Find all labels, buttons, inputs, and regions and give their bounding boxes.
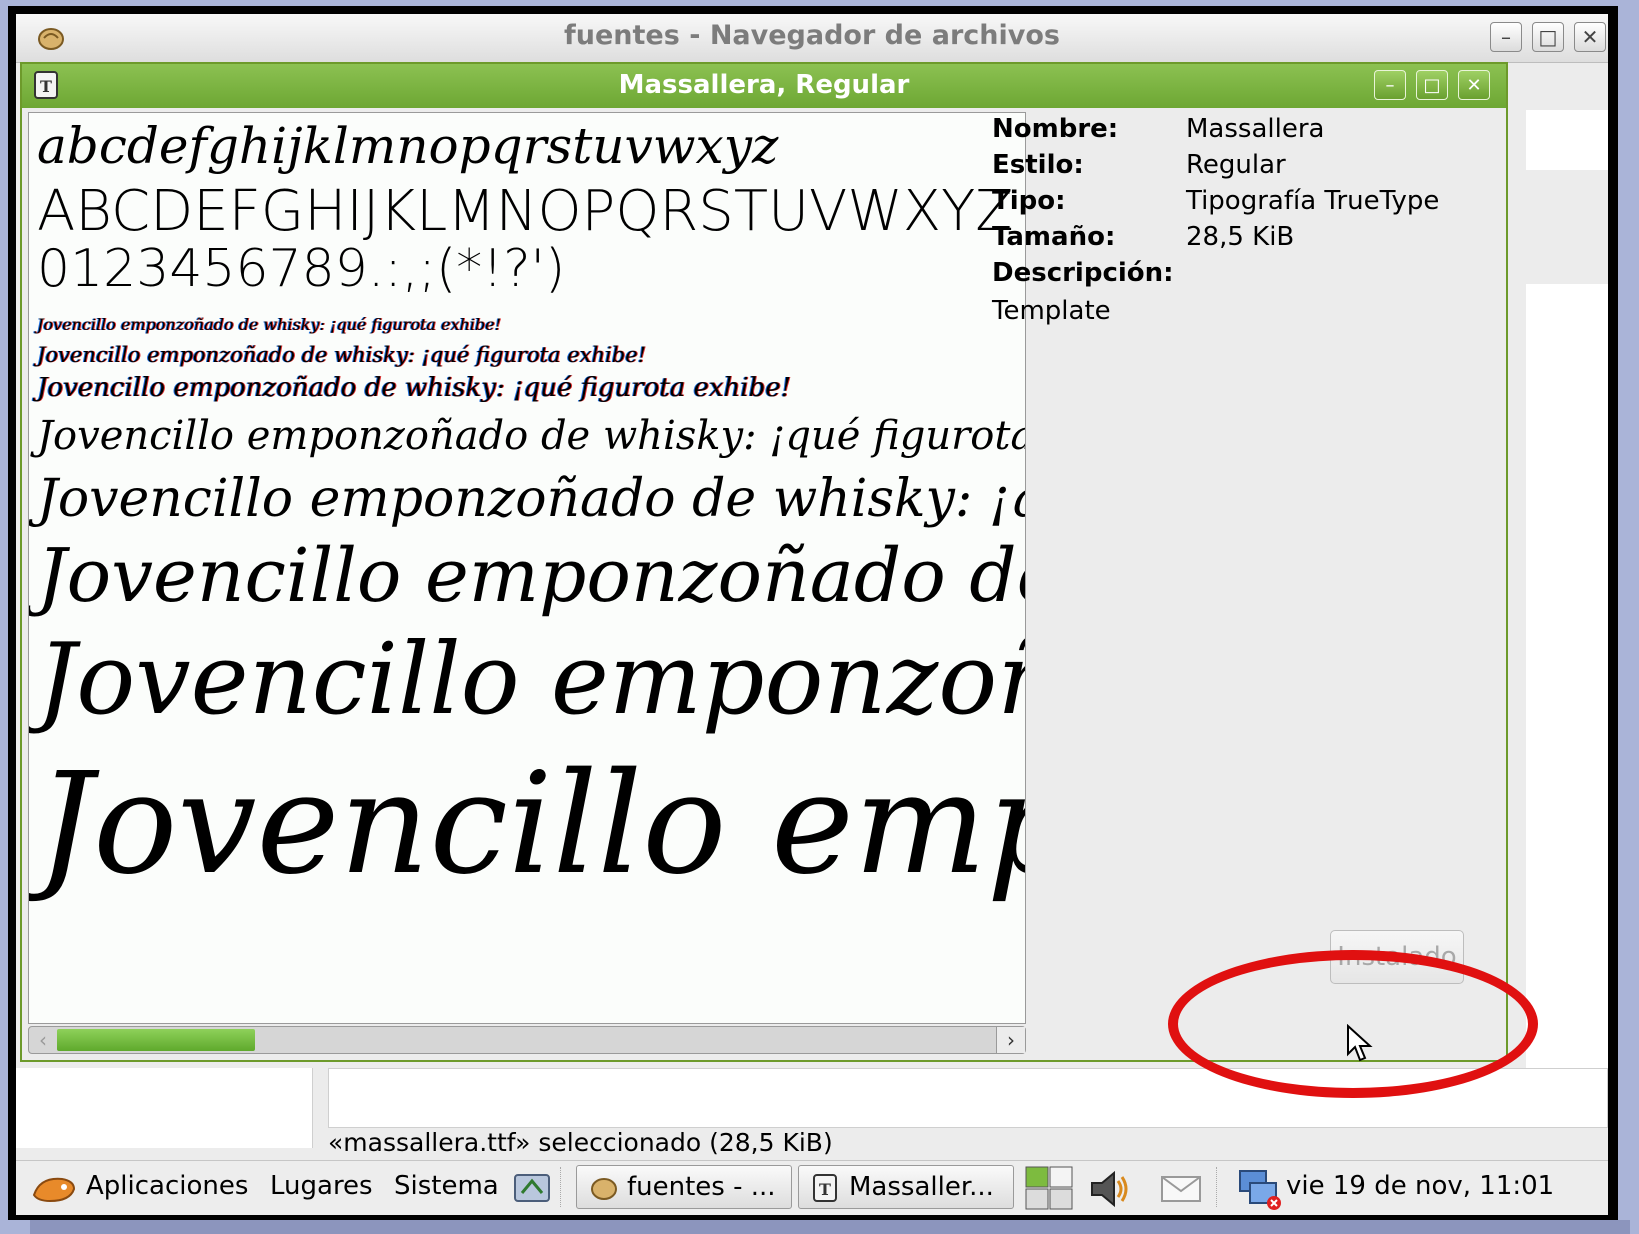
- scrollbar-thumb[interactable]: [57, 1029, 255, 1051]
- network-disconnected-icon[interactable]: [1236, 1167, 1284, 1211]
- minimize-icon: –: [1501, 25, 1511, 49]
- task-font-viewer[interactable]: T Massaller...: [798, 1165, 1014, 1209]
- applications-menu[interactable]: Aplicaciones: [86, 1171, 248, 1201]
- minimize-icon: –: [1385, 74, 1395, 96]
- font-type-label: Tipo:: [992, 186, 1066, 216]
- mail-icon[interactable]: [1160, 1173, 1202, 1205]
- font-viewer-maximize-button[interactable]: □: [1416, 70, 1448, 100]
- preview-sample-line: Jovencillo emponzoñado de whisky: ¡qué f…: [37, 315, 502, 334]
- font-type-value: Tipografía TrueType: [1186, 186, 1440, 216]
- preview-sample-line: Jovencillo emponzoñado de whisky: ¡qué f…: [37, 743, 1025, 906]
- preview-sample-line: Jovencillo emponzoñado de whisky: ¡qué f…: [37, 373, 792, 403]
- taskbar-separator: [560, 1167, 563, 1207]
- task-label: Massaller...: [849, 1172, 994, 1202]
- file-browser-maximize-button[interactable]: □: [1532, 22, 1564, 52]
- highlight-circle-annotation: [1168, 950, 1538, 1098]
- scroll-right-button[interactable]: ›: [996, 1027, 1025, 1053]
- chevron-left-icon: ‹: [39, 1028, 47, 1052]
- preview-sample-line: Jovencillo emponzoñado de whisky: ¡qué f…: [37, 343, 647, 367]
- file-browser-close-button[interactable]: ✕: [1574, 22, 1606, 52]
- font-name-label: Nombre:: [992, 114, 1119, 144]
- maximize-icon: □: [1538, 25, 1558, 49]
- font-viewer-window: T Massallera, Regular – □ ✕ abcdefghijkl…: [20, 62, 1508, 1062]
- preview-lowercase: abcdefghijklmnopqrstuvwxyz: [37, 117, 779, 175]
- preview-sample-line: Jovencillo emponzoñado de whisky: ¡qué f…: [37, 533, 1025, 619]
- clock[interactable]: vie 19 de nov, 11:01: [1286, 1171, 1554, 1201]
- workspace-switcher-icon[interactable]: [1024, 1165, 1076, 1211]
- show-desktop-icon[interactable]: [512, 1169, 552, 1207]
- preview-sample-line: Jovencillo emponzoñado de whisky: ¡qué f…: [37, 623, 1025, 737]
- volume-icon[interactable]: [1088, 1169, 1134, 1209]
- taskbar: Aplicaciones Lugares Sistema fuentes - .…: [16, 1160, 1608, 1215]
- font-viewer-title: Massallera, Regular: [618, 70, 910, 100]
- task-file-browser[interactable]: fuentes - ...: [576, 1165, 792, 1209]
- places-menu[interactable]: Lugares: [270, 1171, 373, 1201]
- font-name-value: Massallera: [1186, 114, 1325, 144]
- taskbar-separator: [1216, 1167, 1219, 1207]
- file-browser-content-strip: [1526, 284, 1608, 1084]
- font-preview-pane[interactable]: abcdefghijklmnopqrstuvwxyz ABCDEFGHIJKLM…: [28, 112, 1026, 1024]
- preview-sample-line: Jovencillo emponzoñado de whisky: ¡qué f…: [37, 413, 1026, 459]
- file-browser-location-strip: [1526, 170, 1608, 204]
- file-browser-side-pane: [16, 1068, 313, 1148]
- font-description-label: Descripción:: [992, 258, 1174, 288]
- applications-menu-icon: [32, 1177, 76, 1203]
- task-label: fuentes - ...: [627, 1172, 776, 1202]
- font-size-label: Tamaño:: [992, 222, 1116, 252]
- file-browser-status-text: «massallera.ttf» seleccionado (28,5 KiB): [328, 1128, 833, 1157]
- close-icon: ✕: [1581, 25, 1599, 49]
- close-icon: ✕: [1466, 74, 1482, 96]
- svg-text:T: T: [819, 1180, 831, 1199]
- preview-uppercase: ABCDEFGHIJKLMNOPQRSTUVWXYZ: [37, 179, 1014, 244]
- file-browser-titlebar[interactable]: fuentes - Navegador de archivos – □ ✕: [16, 14, 1608, 63]
- font-description-value: Template: [992, 296, 1111, 326]
- file-browser-toolbar-strip: [1526, 110, 1608, 171]
- preview-horizontal-scrollbar[interactable]: ‹ ›: [28, 1026, 1026, 1054]
- font-viewer-close-button[interactable]: ✕: [1458, 70, 1490, 100]
- file-browser-task-icon: [591, 1178, 617, 1200]
- font-style-label: Estilo:: [992, 150, 1084, 180]
- preview-digits: 0123456789.:,;(*!?'): [37, 239, 566, 299]
- screen-shadow: [30, 1220, 1630, 1234]
- font-viewer-titlebar[interactable]: T Massallera, Regular – □ ✕: [22, 64, 1506, 108]
- font-viewer-task-icon: T: [813, 1174, 837, 1202]
- maximize-icon: □: [1423, 74, 1441, 96]
- scroll-left-button[interactable]: ‹: [29, 1027, 57, 1053]
- system-menu[interactable]: Sistema: [394, 1171, 499, 1201]
- chevron-right-icon: ›: [1007, 1028, 1015, 1052]
- font-style-value: Regular: [1186, 150, 1286, 180]
- file-browser-minimize-button[interactable]: –: [1490, 22, 1522, 52]
- preview-sample-line: Jovencillo emponzoñado de whisky: ¡qué f…: [37, 469, 1025, 529]
- font-size-value: 28,5 KiB: [1186, 222, 1295, 252]
- file-browser-title: fuentes - Navegador de archivos: [564, 20, 1060, 51]
- file-browser-pane-strip: [1526, 204, 1608, 285]
- font-viewer-minimize-button[interactable]: –: [1374, 70, 1406, 100]
